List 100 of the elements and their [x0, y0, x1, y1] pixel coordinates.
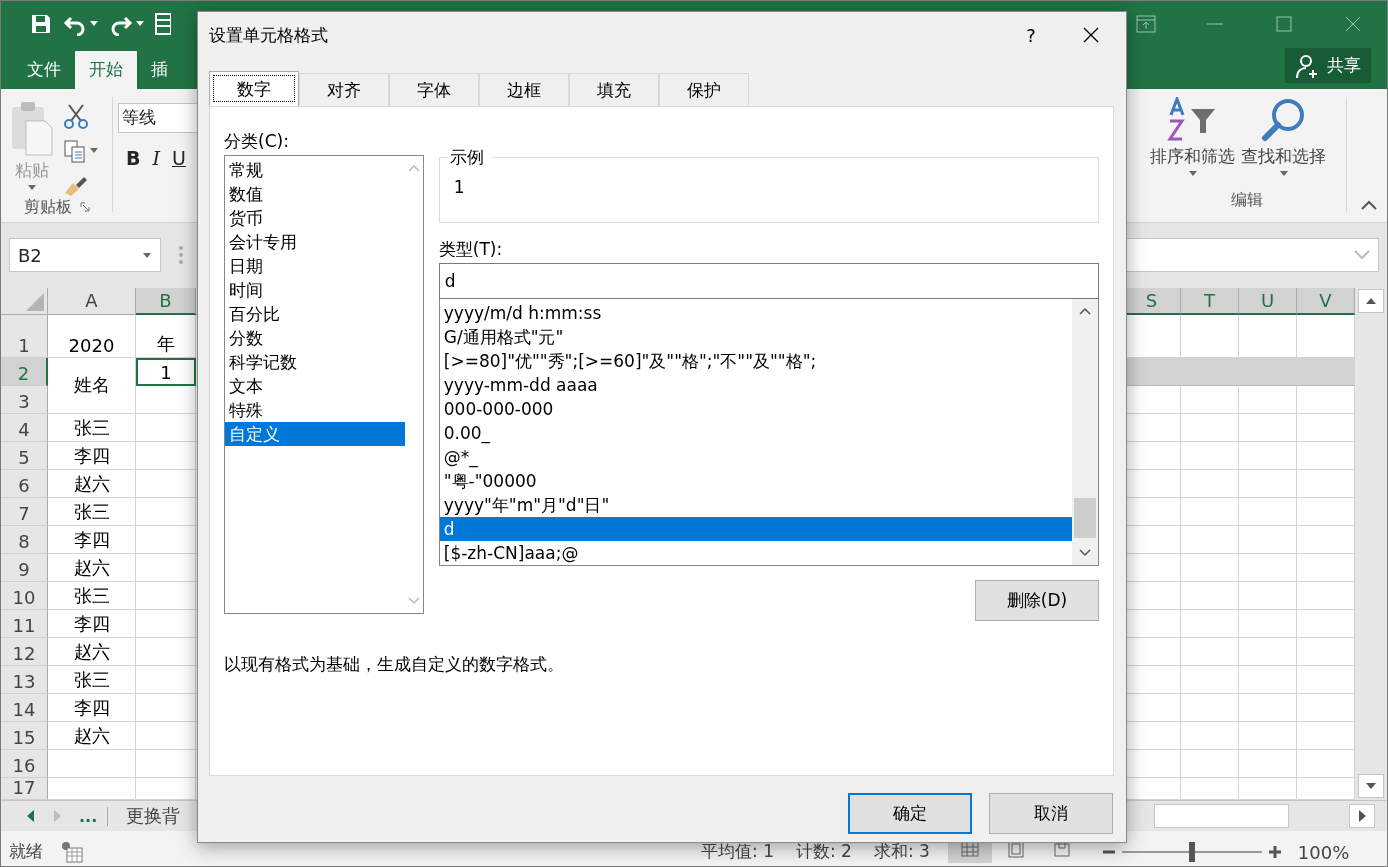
list-item[interactable]: yyyy-mm-dd aaaa: [439, 373, 1072, 397]
column-header[interactable]: T: [1181, 287, 1239, 315]
list-item[interactable]: 科学记数: [225, 350, 405, 374]
list-item[interactable]: 文本: [225, 374, 405, 398]
scroll-thumb[interactable]: [1154, 804, 1289, 829]
list-item[interactable]: 会计专用: [225, 230, 405, 254]
list-item[interactable]: 时间: [225, 278, 405, 302]
scroll-down-icon[interactable]: [1365, 781, 1377, 790]
dialog-tab[interactable]: 保护: [659, 73, 749, 106]
dialog-tab[interactable]: 数字: [209, 71, 299, 106]
help-button[interactable]: ?: [1006, 24, 1056, 46]
row-header[interactable]: 7: [1, 497, 48, 526]
ribbon-tab[interactable]: 文件: [13, 50, 75, 89]
list-item[interactable]: G/通用格式"元": [439, 325, 1072, 349]
row-header[interactable]: 12: [1, 637, 48, 666]
list-item[interactable]: 百分比: [225, 302, 405, 326]
scroll-up-icon[interactable]: [1079, 307, 1091, 315]
font-style-button[interactable]: I: [152, 146, 160, 169]
font-style-button[interactable]: B: [126, 146, 141, 169]
list-item[interactable]: [$-zh-CN]aaa;@: [439, 541, 1072, 565]
caret-icon[interactable]: [89, 20, 99, 27]
row-header[interactable]: 5: [1, 441, 48, 470]
page-layout-icon[interactable]: [1007, 840, 1024, 858]
delete-button[interactable]: 删除(D): [975, 580, 1099, 621]
row-header[interactable]: 6: [1, 469, 48, 498]
table-cell: [136, 749, 196, 778]
caret-icon[interactable]: [142, 251, 152, 259]
zoom-in-icon[interactable]: [1267, 845, 1282, 859]
ribbon-display-icon[interactable]: [1135, 13, 1156, 34]
dialog-tab[interactable]: 字体: [389, 73, 479, 106]
list-item[interactable]: [>=80]"优""秀";[>=60]"及""格";"不""及""格";: [439, 349, 1072, 373]
column-header[interactable]: B: [136, 287, 196, 315]
row-header[interactable]: 10: [1, 581, 48, 610]
category-list[interactable]: 常规 数值 货币 会计专用 日期 时间 百分比 分数 科学记数 文本 特殊 自定义: [224, 155, 424, 614]
name-box[interactable]: B2: [9, 238, 161, 273]
scissors-icon[interactable]: [63, 102, 89, 129]
row-header[interactable]: 3: [1, 385, 48, 414]
scroll-thumb[interactable]: [1074, 498, 1096, 538]
list-item[interactable]: 常规: [225, 158, 405, 182]
row-header[interactable]: 15: [1, 721, 48, 750]
dialog-launcher-icon[interactable]: [79, 202, 90, 212]
list-item[interactable]: yyyy"年"m"月"d"日": [439, 493, 1072, 517]
cancel-button[interactable]: 取消: [989, 793, 1113, 834]
list-item[interactable]: 0.00_: [439, 421, 1072, 445]
column-header[interactable]: V: [1297, 287, 1355, 315]
row-header[interactable]: 11: [1, 609, 48, 638]
list-item[interactable]: 自定义: [225, 422, 405, 446]
table-cell[interactable]: 1: [136, 357, 196, 386]
caret-icon[interactable]: [1187, 169, 1198, 177]
sheet-tab[interactable]: 更换背: [126, 804, 181, 829]
dialog-tab[interactable]: 边框: [479, 73, 569, 106]
row-header[interactable]: 14: [1, 693, 48, 722]
close-icon[interactable]: [1083, 27, 1099, 43]
macro-recording-icon[interactable]: [61, 841, 83, 863]
page-break-icon[interactable]: [1053, 841, 1070, 857]
row-header[interactable]: 1: [1, 314, 48, 358]
row-header[interactable]: 13: [1, 665, 48, 694]
caret-icon[interactable]: [27, 183, 37, 191]
row-header[interactable]: 8: [1, 525, 48, 554]
list-item[interactable]: d: [439, 517, 1072, 541]
ribbon-tab[interactable]: 插: [137, 50, 182, 89]
row-header[interactable]: 16: [1, 749, 48, 778]
caret-icon[interactable]: [135, 20, 145, 27]
column-header[interactable]: U: [1239, 287, 1297, 315]
row-header[interactable]: 17: [1, 777, 48, 800]
group-label: 剪贴板: [23, 196, 72, 218]
scroll-right-icon[interactable]: [1358, 810, 1366, 823]
scroll-down-icon[interactable]: [1079, 549, 1091, 557]
list-item[interactable]: 数值: [225, 182, 405, 206]
share-button[interactable]: 共享: [1285, 48, 1371, 84]
row-header[interactable]: 2: [1, 357, 48, 386]
dialog-tab[interactable]: 填充: [569, 73, 659, 106]
list-item[interactable]: @*_: [439, 445, 1072, 469]
list-item[interactable]: "粤-"00000: [439, 469, 1072, 493]
list-item[interactable]: yyyy/m/d h:mm:ss: [439, 301, 1072, 325]
previous-sheet-icon[interactable]: [27, 810, 35, 823]
form-icon[interactable]: [155, 11, 171, 36]
table-cell: [1239, 609, 1297, 638]
caret-icon[interactable]: [1278, 169, 1289, 177]
column-header[interactable]: A: [48, 287, 136, 315]
caret-icon[interactable]: [89, 147, 99, 154]
list-item[interactable]: 000-000-000: [439, 397, 1072, 421]
normal-view-icon[interactable]: [960, 841, 979, 857]
find-select-button[interactable]: 查找和选择: [1238, 96, 1329, 190]
collapse-ribbon-icon[interactable]: [1361, 199, 1377, 210]
ribbon-tab[interactable]: 开始: [75, 50, 137, 89]
list-item[interactable]: 分数: [225, 326, 405, 350]
list-item[interactable]: 货币: [225, 206, 405, 230]
more-sheets-button[interactable]: ...: [79, 806, 109, 826]
list-item[interactable]: 日期: [225, 254, 405, 278]
scroll-up-icon[interactable]: [1365, 296, 1377, 305]
row-header[interactable]: 4: [1, 413, 48, 442]
list-item[interactable]: 特殊: [225, 398, 405, 422]
ok-button[interactable]: 确定: [848, 793, 972, 834]
font-style-button[interactable]: U: [172, 146, 186, 169]
row-header[interactable]: 9: [1, 553, 48, 582]
dialog-tab[interactable]: 对齐: [299, 73, 389, 106]
type-field[interactable]: d: [438, 263, 1099, 299]
sort-filter-button[interactable]: 排序和筛选: [1147, 96, 1238, 190]
format-list[interactable]: yyyy/m/d h:mm:ss G/通用格式"元" [>=80]"优""秀";[>=60]"及""格";"不""及""格"; yyyy-mm-dd aaaa 000-000-000 0.00_ @*_ "粤-"00000 yyyy"年"m"月"d"日" d [$-zh-CN]aaa;@: [438, 299, 1099, 566]
